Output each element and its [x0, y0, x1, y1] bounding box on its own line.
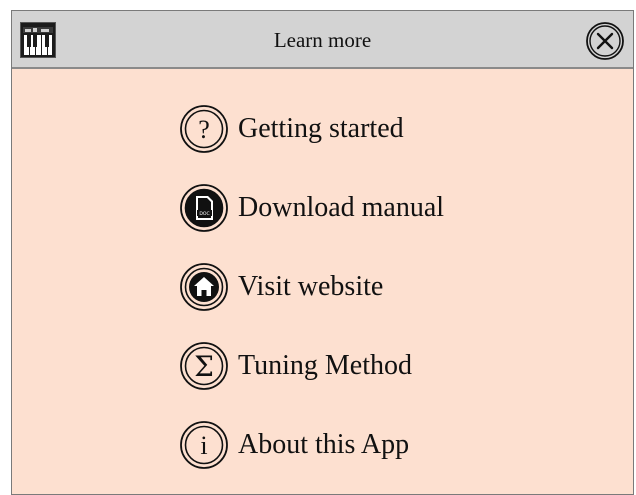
learn-more-dialog: Learn more ? Getting started DOC Downloa…: [11, 10, 634, 495]
menu-item-label: Tuning Method: [238, 350, 413, 381]
question-icon: ?: [180, 105, 228, 153]
svg-text:i: i: [200, 431, 207, 460]
home-icon: [180, 263, 228, 311]
svg-text:?: ?: [198, 115, 210, 144]
learn-more-menu: ? Getting started DOC Download manual Vi…: [12, 69, 633, 494]
menu-item-download-manual[interactable]: DOC Download manual: [179, 183, 444, 233]
menu-item-about-app[interactable]: i About this App: [179, 420, 409, 470]
info-icon: i: [180, 421, 228, 469]
svg-text:Σ: Σ: [194, 350, 214, 383]
dialog-title: Learn more: [273, 28, 372, 52]
menu-item-getting-started[interactable]: ? Getting started: [179, 104, 404, 154]
close-button[interactable]: [585, 21, 625, 61]
menu-item-label: About this App: [238, 429, 410, 460]
menu-item-visit-website[interactable]: Visit website: [179, 262, 383, 312]
menu-item-label: Getting started: [238, 113, 404, 144]
menu-item-label: Visit website: [238, 271, 384, 302]
title-bar: Learn more: [12, 11, 633, 69]
doc-icon: DOC: [180, 184, 228, 232]
svg-text:DOC: DOC: [199, 211, 209, 217]
menu-item-label: Download manual: [238, 192, 445, 223]
sigma-icon: Σ: [180, 342, 228, 390]
close-circle-icon: [586, 22, 624, 60]
menu-item-tuning-method[interactable]: Σ Tuning Method: [179, 341, 412, 391]
